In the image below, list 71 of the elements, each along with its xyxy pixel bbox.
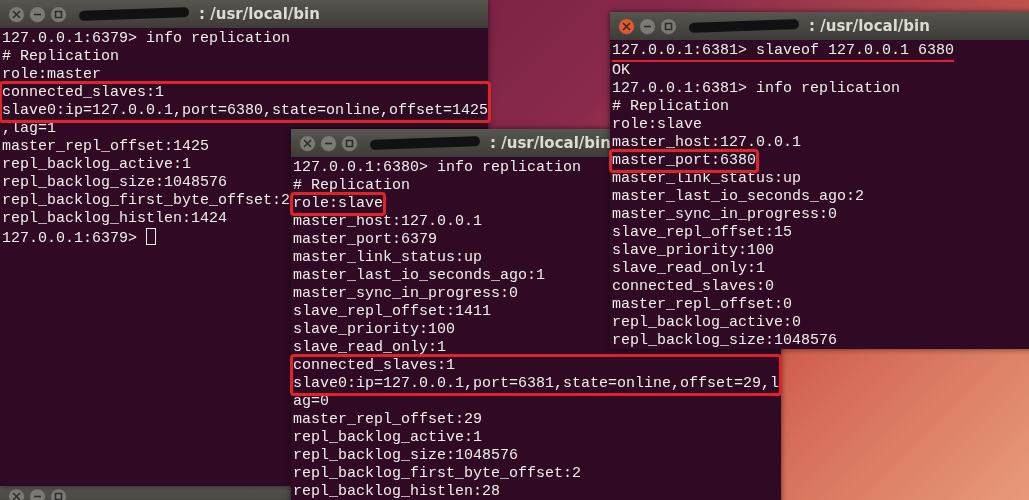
minimize-button[interactable] [320, 134, 337, 152]
minimize-button[interactable] [639, 17, 656, 35]
maximize-button[interactable] [660, 17, 677, 35]
terminal-line: # Replication [293, 177, 411, 195]
terminal-line: master_sync_in_progress:0 [293, 285, 519, 303]
terminal-line: 127.0.0.1:6381> slaveof 127.0.0.1 6380 [612, 42, 955, 62]
close-button[interactable] [8, 5, 25, 23]
terminal-line: slave0:ip=127.0.0.1,port=6380,state=online,offset=1425 [2, 102, 489, 120]
terminal-line: role:slave [612, 116, 702, 134]
terminal-line: repl_backlog_histlen:1424 [2, 210, 228, 228]
terminal-line: master_host:127.0.0.1 [293, 213, 483, 231]
minimize-button[interactable] [29, 5, 46, 23]
terminal-line: master_port:6380 [612, 152, 757, 170]
terminal-line: repl_backlog_active:0 [612, 314, 802, 332]
close-icon [622, 21, 631, 31]
maximize-button[interactable] [341, 134, 358, 152]
terminal-line: slave_read_only:1 [293, 339, 447, 357]
maximize-button[interactable] [50, 488, 67, 500]
terminal-line: connected_slaves:0 [612, 278, 775, 296]
terminal-line: # Replication [2, 48, 120, 66]
terminal-line: repl_backlog_active:1 [2, 156, 192, 174]
terminal-line: ,lag=1 [2, 120, 56, 138]
terminal-line: repl_backlog_size:1048576 [2, 174, 228, 192]
close-button[interactable] [299, 134, 316, 152]
close-button[interactable] [618, 17, 635, 35]
close-icon [12, 492, 21, 500]
terminal-line: 127.0.0.1:6379> info replication [2, 30, 291, 48]
close-icon [303, 138, 312, 148]
terminal-line: master_last_io_seconds_ago:2 [612, 188, 865, 206]
close-button[interactable] [8, 488, 25, 500]
terminal-line: role:master [2, 66, 102, 84]
prompt-text: 127.0.0.1:6379> [2, 230, 139, 247]
terminal-line: 127.0.0.1:6380> info replication [293, 159, 582, 177]
maximize-icon [54, 492, 63, 500]
terminal-line: master_last_io_seconds_ago:1 [293, 267, 546, 285]
terminal-line: master_sync_in_progress:0 [612, 206, 838, 224]
terminal-line: slave_repl_offset:1411 [293, 303, 492, 321]
terminal-line: repl_backlog_active:1 [293, 429, 483, 447]
window-title: : /usr/local/bin [490, 132, 611, 154]
terminal-line: # Replication [612, 98, 730, 116]
window-title: : /usr/local/bin [199, 3, 320, 25]
terminal-line: master_host:127.0.0.1 [612, 134, 802, 152]
terminal-line: repl_backlog_first_byte_offset:2 [293, 465, 582, 483]
close-icon [12, 9, 21, 19]
terminal-line: OK [612, 62, 630, 80]
terminal-line: master_port:6379 [293, 231, 438, 249]
terminal-line: slave_read_only:1 [612, 260, 766, 278]
terminal-line: repl_backlog_histlen:28 [293, 483, 501, 500]
terminal-line: role:slave [293, 195, 383, 213]
terminal-line: master_link_status:up [293, 249, 483, 267]
terminal-line: 127.0.0.1:6381> info replication [612, 80, 901, 98]
maximize-button[interactable] [50, 5, 67, 23]
terminal-line: master_repl_offset:1425 [2, 138, 210, 156]
terminal-line: ag=0 [293, 393, 329, 411]
terminal-line: repl_backlog_first_byte_offset:2 [2, 192, 291, 210]
terminal-line: slave0:ip=127.0.0.1,port=6381,state=online,offset=29,l [293, 375, 780, 393]
terminal-line: master_link_status:up [612, 170, 802, 188]
terminal-line: connected_slaves:1 [293, 357, 456, 375]
maximize-icon [345, 138, 354, 148]
terminal-line: master_repl_offset:0 [612, 296, 793, 314]
terminal-line: slave_priority:100 [612, 242, 775, 260]
terminal-line: repl_backlog_size:1048576 [293, 447, 519, 465]
maximize-icon [54, 9, 63, 19]
minimize-button[interactable] [29, 488, 46, 500]
terminal-line: repl_backlog_size:1048576 [612, 332, 838, 350]
maximize-icon [664, 21, 673, 31]
terminal-line: connected_slaves:1 [2, 84, 165, 102]
window-title: : /usr/local/bin [809, 15, 930, 37]
terminal-line: slave_priority:100 [293, 321, 456, 339]
terminal-line: slave_repl_offset:15 [612, 224, 793, 242]
terminal-line: master_repl_offset:29 [293, 411, 483, 429]
